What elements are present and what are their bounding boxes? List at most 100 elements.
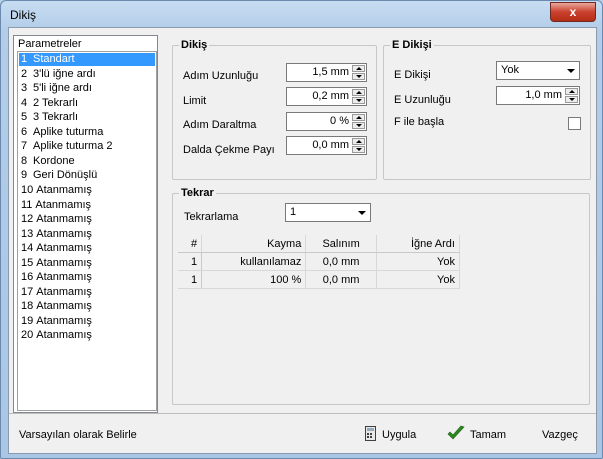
cell-salinim[interactable]: 0,0 mm [305, 252, 377, 271]
list-item-number: 2 [21, 67, 28, 80]
limit-value: 0,2 mm [312, 90, 349, 102]
parameters-listbox[interactable]: 1 Standart 2 3'lü iğne ardı 3 5'li iğne ardı 4… [17, 51, 157, 411]
cell-salinim[interactable]: 0,0 mm [305, 270, 377, 289]
list-item-number: 6 [21, 125, 28, 138]
limit-spinner[interactable]: 0,2 mm [286, 87, 367, 106]
table-header-row: # Kayma Salınım İğne Ardı [178, 235, 461, 253]
spin-down-icon[interactable] [352, 146, 365, 153]
set-default-label: Varsayılan olarak Belirle [19, 429, 137, 441]
list-item-number: 14 [21, 242, 34, 255]
spin-down-icon[interactable] [565, 96, 578, 103]
list-item-label: Geri Dönüşlü [33, 169, 98, 182]
spin-down-icon[interactable] [352, 97, 365, 104]
adim-uzunlugu-label: Adım Uzunluğu [183, 70, 259, 82]
cancel-button[interactable]: Vazgeç [542, 429, 578, 441]
col-header-igne-ardi: İğne Ardı [376, 235, 461, 253]
list-item-label: Atanmamış [36, 329, 92, 342]
cell-igne-ardi[interactable]: Yok [376, 270, 461, 289]
list-item-label: Atanmamış [36, 314, 92, 327]
tekrar-table: # Kayma Salınım İğne Ardı 1 kullanılamaz… [178, 235, 461, 289]
cell-igne-ardi[interactable]: Yok [376, 252, 461, 271]
list-item[interactable]: 19 Atanmamış [19, 315, 155, 328]
dikis-legend: Dikiş [179, 39, 210, 51]
dialog-window: Dikiş x Parametreler 1 Standart 2 3'lü iğne… [0, 0, 603, 459]
list-item[interactable]: 16 Atanmamış [19, 271, 155, 284]
tekrar-legend: Tekrar [179, 187, 216, 199]
ok-label: Tamam [470, 429, 507, 441]
list-item[interactable]: 7 Aplike tuturma 2 [19, 140, 155, 153]
apply-button[interactable]: Uygula [382, 429, 416, 441]
close-button[interactable]: x [550, 2, 596, 22]
chevron-down-icon[interactable] [354, 205, 369, 220]
e-dikisi-label: E Dikişi [394, 69, 431, 81]
window-title: Dikiş [10, 8, 36, 22]
list-item[interactable]: 20 Atanmamış [19, 329, 155, 342]
list-item[interactable]: 3 5'li iğne ardı [19, 82, 155, 95]
spin-down-icon[interactable] [352, 122, 365, 129]
list-item[interactable]: 5 3 Tekrarlı [19, 111, 155, 124]
cell-kayma[interactable]: 100 % [201, 270, 307, 289]
list-item-label: Atanmamış [36, 285, 92, 298]
spin-up-icon[interactable] [352, 114, 365, 121]
list-item[interactable]: 14 Atanmamış [19, 242, 155, 255]
list-item-label: Atanmamış [36, 242, 92, 255]
list-item[interactable]: 17 Atanmamış [19, 286, 155, 299]
list-item-number: 1 [21, 53, 28, 65]
list-item-label: Standart [33, 53, 75, 65]
list-item[interactable]: 12 Atanmamış [19, 213, 155, 226]
list-item-number: 3 [21, 82, 28, 95]
list-item[interactable]: 6 Aplike tuturma [19, 126, 155, 139]
list-item-number: 9 [21, 169, 28, 182]
cancel-label: Vazgeç [542, 429, 578, 441]
list-item[interactable]: 10 Atanmamış [19, 184, 155, 197]
tekrarlama-label: Tekrarlama [184, 211, 239, 223]
table-row[interactable]: 1 kullanılamaz 0,0 mm Yok [178, 252, 461, 271]
list-item-label: Atanmamış [36, 300, 92, 313]
list-item-label: Atanmamış [36, 271, 92, 284]
spin-up-icon[interactable] [352, 65, 365, 72]
list-item-label: 5'li iğne ardı [33, 82, 92, 95]
f-ile-basla-label: F ile başla [394, 116, 445, 128]
list-item[interactable]: 15 Atanmamış [19, 257, 155, 270]
list-item[interactable]: 13 Atanmamış [19, 228, 155, 241]
list-item-number: 15 [21, 256, 34, 269]
list-item-label: 3 Tekrarlı [33, 111, 79, 124]
list-item-number: 18 [21, 300, 34, 313]
table-row[interactable]: 1 100 % 0,0 mm Yok [178, 270, 461, 289]
col-header-salinim: Salınım [305, 235, 377, 253]
list-item[interactable]: 9 Geri Dönüşlü [19, 169, 155, 182]
spin-up-icon[interactable] [565, 88, 578, 95]
list-item-number: 7 [21, 140, 28, 153]
apply-label: Uygula [382, 429, 417, 441]
list-item[interactable]: 8 Kordone [19, 155, 155, 168]
list-item-number: 4 [21, 96, 28, 109]
dalda-cekme-label: Dalda Çekme Payı [183, 144, 275, 156]
adim-daraltma-spinner[interactable]: 0 % [286, 112, 367, 131]
list-item-label: Atanmamış [36, 227, 92, 240]
spin-up-icon[interactable] [352, 89, 365, 96]
list-item[interactable]: 1 Standart [19, 53, 155, 66]
list-item[interactable]: 18 Atanmamış [19, 300, 155, 313]
e-dikisi-legend: E Dikişi [390, 39, 434, 51]
dalda-cekme-spinner[interactable]: 0,0 mm [286, 136, 367, 155]
e-uzunlugu-spinner[interactable]: 1,0 mm [496, 86, 580, 105]
tekrarlama-select[interactable]: 1 [285, 203, 371, 222]
chevron-down-icon[interactable] [563, 63, 578, 78]
cell-kayma[interactable]: kullanılamaz [201, 252, 307, 271]
e-dikisi-value: Yok [501, 64, 519, 76]
list-item-number: 5 [21, 111, 28, 124]
list-item[interactable]: 11 Atanmamış [19, 199, 155, 212]
spin-up-icon[interactable] [352, 138, 365, 145]
ok-button[interactable]: Tamam [470, 429, 506, 441]
parameters-panel: Parametreler 1 Standart 2 3'lü iğne ardı 3 5'… [13, 35, 158, 413]
spin-down-icon[interactable] [352, 73, 365, 80]
f-ile-basla-checkbox[interactable] [568, 117, 581, 130]
dialog-client: Parametreler 1 Standart 2 3'lü iğne ardı 3 5'… [8, 27, 597, 454]
adim-uzunlugu-value: 1,5 mm [312, 66, 349, 78]
list-item-label: 2 Tekrarlı [33, 96, 79, 109]
list-item[interactable]: 4 2 Tekrarlı [19, 97, 155, 110]
e-dikisi-select[interactable]: Yok [496, 61, 580, 80]
set-default-button[interactable]: Varsayılan olarak Belirle [19, 429, 137, 441]
list-item[interactable]: 2 3'lü iğne ardı [19, 68, 155, 81]
adim-uzunlugu-spinner[interactable]: 1,5 mm [286, 63, 367, 82]
